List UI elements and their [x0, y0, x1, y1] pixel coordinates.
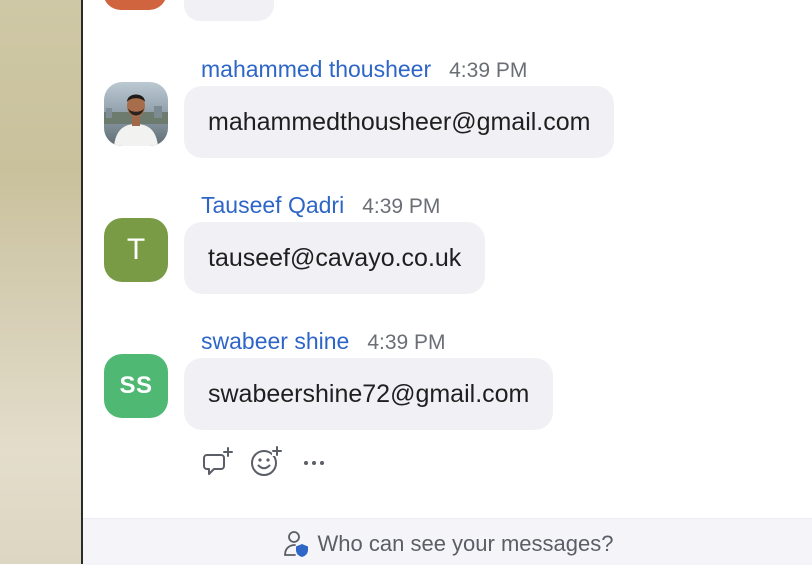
sender-name[interactable]: Tauseef Qadri	[201, 192, 344, 218]
desktop-background	[0, 0, 81, 564]
more-options-icon	[304, 461, 324, 465]
avatar-initial: T	[126, 233, 146, 266]
message-bubble[interactable]: tauseef@cavayo.co.uk	[184, 222, 486, 294]
sender-name[interactable]: mahammed thousheer	[201, 56, 431, 82]
privacy-text: Who can see your messages?	[317, 531, 614, 556]
message-time: 4:39 PM	[367, 331, 446, 354]
reply-thread-button[interactable]	[201, 445, 235, 479]
avatar[interactable]: T	[104, 218, 168, 282]
message-actions	[201, 444, 331, 480]
privacy-link[interactable]: Who can see your messages?	[282, 530, 614, 558]
avatar[interactable]: SS	[104, 354, 168, 418]
avatar-initials: SS	[119, 372, 153, 399]
sender-name[interactable]: swabeer shine	[201, 328, 349, 354]
previous-message-avatar[interactable]	[103, 0, 167, 10]
person-shield-icon	[283, 531, 308, 557]
message-bubble[interactable]: swabeershine72@gmail.com	[184, 358, 554, 430]
message-time: 4:39 PM	[362, 195, 441, 218]
message-meta: Tauseef Qadri 4:39 PM	[201, 192, 440, 219]
message-bubble[interactable]: mahammedthousheer@gmail.com	[184, 86, 615, 158]
more-options-button[interactable]	[297, 445, 331, 479]
reply-thread-icon	[203, 447, 233, 475]
avatar[interactable]	[104, 82, 168, 146]
message-meta: swabeer shine 4:39 PM	[201, 328, 446, 355]
message-time: 4:39 PM	[449, 59, 528, 82]
chat-panel: mahammed thousheer 4:39 PM mahammedthoush…	[83, 0, 812, 565]
profile-photo	[104, 82, 168, 146]
add-reaction-button[interactable]	[249, 445, 283, 479]
add-reaction-icon	[251, 446, 282, 476]
previous-message-bubble[interactable]	[184, 0, 274, 21]
privacy-footer: Who can see your messages?	[83, 518, 812, 565]
message-meta: mahammed thousheer 4:39 PM	[201, 56, 527, 83]
